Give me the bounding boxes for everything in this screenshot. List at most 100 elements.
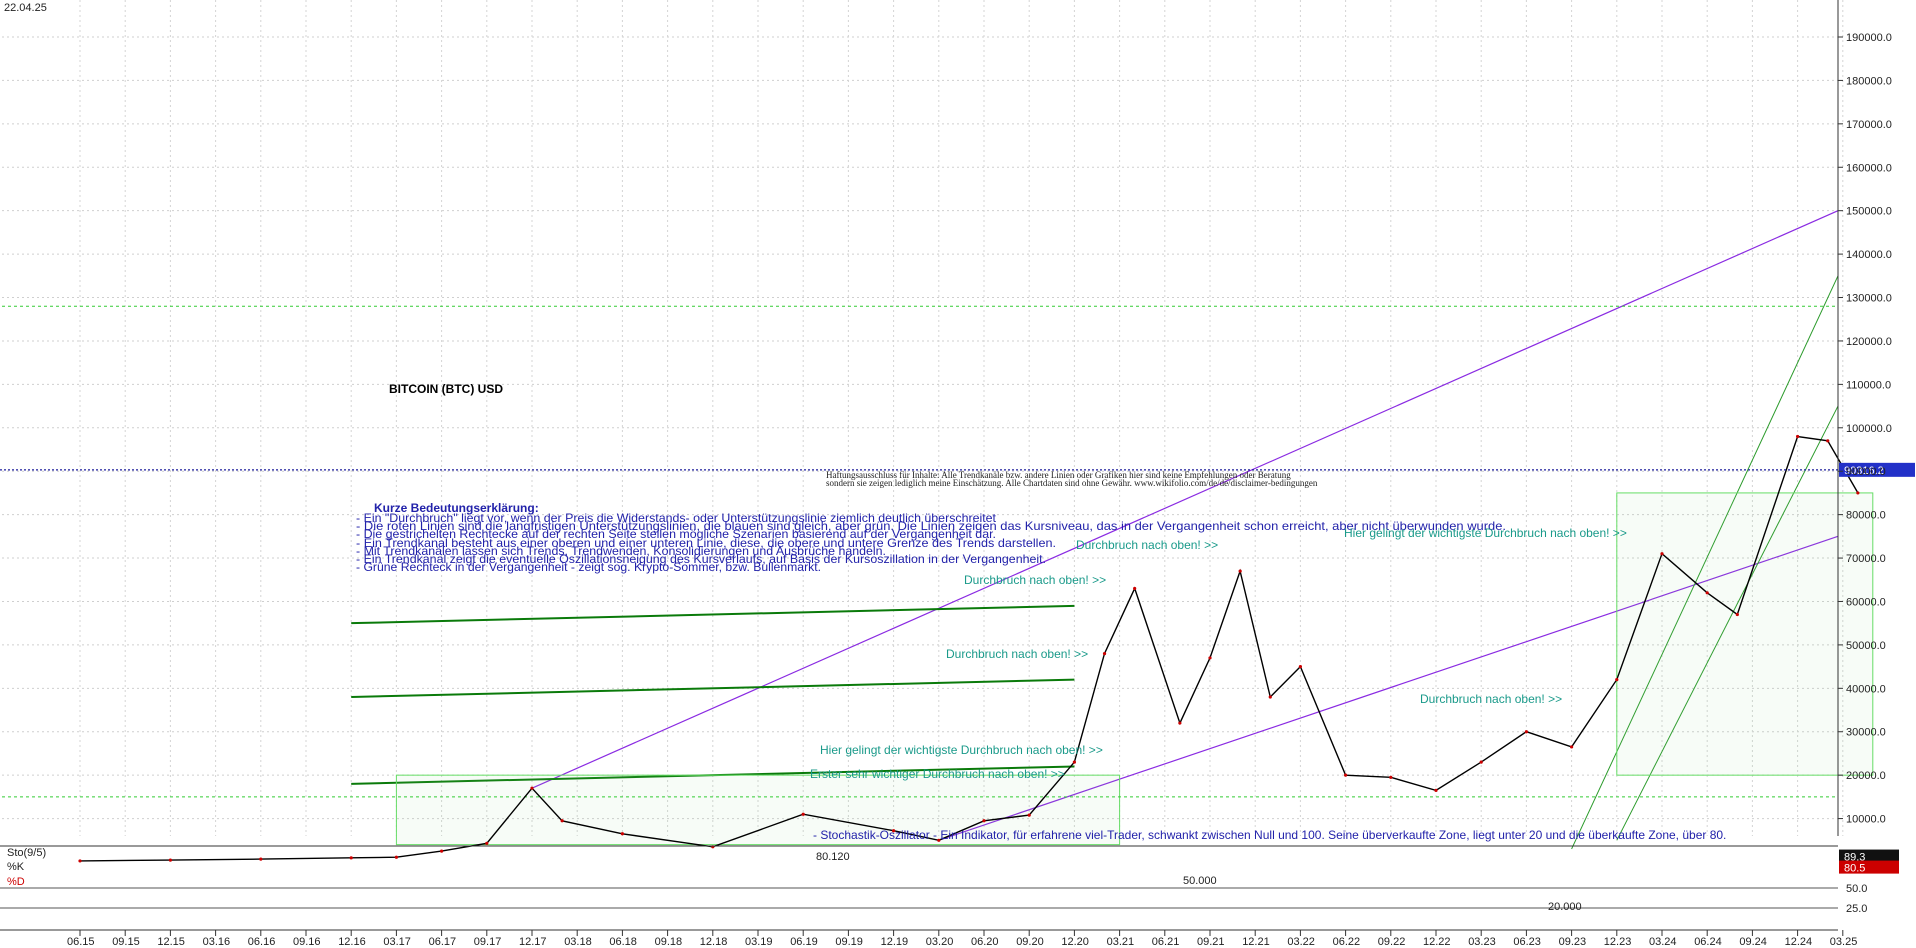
x-tick-label: 12.21 bbox=[1242, 936, 1270, 948]
x-tick-label: 09.19 bbox=[835, 936, 863, 948]
x-tick-label: 06.21 bbox=[1152, 936, 1180, 948]
date-label: 22.04.25 bbox=[4, 2, 47, 14]
y-tick-label: 80000.0 bbox=[1846, 510, 1886, 522]
y-tick-label: 180000.0 bbox=[1846, 75, 1892, 87]
stochastic-note: - Stochastik-Oszillator - Ein Indikator,… bbox=[813, 828, 1726, 842]
bull-market-box bbox=[1616, 492, 1874, 776]
x-tick-label: 12.17 bbox=[519, 936, 547, 948]
stochastic-annotation: 50.000 bbox=[1183, 875, 1217, 887]
x-tick-label: 09.15 bbox=[112, 936, 140, 948]
y-tick-label: 40000.0 bbox=[1846, 683, 1886, 695]
price-point bbox=[349, 856, 353, 860]
x-tick-label: 09.17 bbox=[474, 936, 502, 948]
legend-line: - Grüne Rechteck in der Vergangenheit - … bbox=[356, 560, 821, 574]
y-tick-label: 10000.0 bbox=[1846, 814, 1886, 826]
price-point bbox=[530, 786, 534, 790]
price-point bbox=[394, 855, 398, 859]
x-tick-label: 09.23 bbox=[1559, 936, 1587, 948]
price-point bbox=[982, 819, 986, 823]
y-tick-label: 70000.0 bbox=[1846, 553, 1886, 565]
price-point bbox=[1735, 612, 1739, 617]
price-point bbox=[1615, 678, 1619, 682]
price-point bbox=[78, 859, 82, 863]
breakout-label: Durchbruch nach oben! >> bbox=[964, 573, 1106, 587]
price-point bbox=[801, 812, 805, 816]
bitcoin-chart: 90316.2 190000.0180000.0170000.0160000.0… bbox=[0, 0, 1916, 948]
x-tick-label: 12.20 bbox=[1061, 936, 1089, 948]
stochastic-d-label: %D bbox=[7, 876, 25, 888]
y-tick-label: 90000.0 bbox=[1846, 466, 1886, 478]
price-point bbox=[1072, 760, 1076, 764]
important-breakout-label: Hier gelingt der wichtigste Durchbruch n… bbox=[1344, 526, 1627, 540]
x-tick-label: 12.23 bbox=[1604, 936, 1632, 948]
x-tick-label: 12.15 bbox=[157, 936, 185, 948]
y-tick-label: 190000.0 bbox=[1846, 32, 1892, 44]
y-tick-label: 30000.0 bbox=[1846, 727, 1886, 739]
price-point bbox=[485, 841, 489, 845]
stochastic-level-label: 50.0 bbox=[1846, 883, 1867, 895]
price-point bbox=[1826, 439, 1830, 443]
x-tick-label: 09.22 bbox=[1378, 936, 1406, 948]
price-point bbox=[1298, 665, 1302, 669]
x-tick-label: 03.19 bbox=[745, 936, 773, 948]
y-tick-label: 60000.0 bbox=[1846, 596, 1886, 608]
price-point bbox=[1133, 586, 1137, 591]
x-tick-label: 03.22 bbox=[1287, 936, 1315, 948]
x-tick-label: 03.18 bbox=[564, 936, 592, 948]
price-point bbox=[1856, 491, 1860, 495]
price-point bbox=[1660, 552, 1664, 556]
price-point bbox=[1238, 569, 1242, 573]
stochastic-k-label: %K bbox=[7, 861, 25, 873]
y-tick-label: 120000.0 bbox=[1846, 336, 1892, 348]
price-point bbox=[1102, 651, 1107, 656]
price-point bbox=[1208, 656, 1212, 660]
chart-title: BITCOIN (BTC) USD bbox=[389, 382, 503, 396]
price-point bbox=[1268, 695, 1272, 699]
x-tick-label: 06.24 bbox=[1694, 936, 1722, 948]
x-tick-label: 06.20 bbox=[971, 936, 999, 948]
x-tick-label: 09.16 bbox=[293, 936, 321, 948]
price-point bbox=[168, 858, 172, 862]
stochastic-d-value: 80.5 bbox=[1844, 863, 1865, 875]
x-tick-label: 03.20 bbox=[926, 936, 954, 948]
price-point bbox=[440, 849, 444, 853]
x-tick-label: 03.17 bbox=[383, 936, 411, 948]
stochastic-annotation: 20.000 bbox=[1548, 901, 1582, 913]
price-point bbox=[1027, 813, 1031, 817]
stochastic-annotation: 80.120 bbox=[816, 851, 850, 863]
stochastic-title: Sto(9/5) bbox=[7, 847, 46, 859]
x-tick-label: 03.25 bbox=[1830, 936, 1858, 948]
breakout-label: Durchbruch nach oben! >> bbox=[1420, 692, 1562, 706]
x-tick-label: 06.15 bbox=[67, 936, 95, 948]
x-tick-label: 03.21 bbox=[1107, 936, 1135, 948]
price-point bbox=[1796, 434, 1800, 439]
y-tick-label: 130000.0 bbox=[1846, 293, 1892, 305]
y-tick-label: 100000.0 bbox=[1846, 423, 1892, 435]
price-point bbox=[1479, 760, 1483, 764]
x-tick-label: 06.19 bbox=[790, 936, 818, 948]
breakout-label: Durchbruch nach oben! >> bbox=[1076, 538, 1218, 552]
y-tick-label: 160000.0 bbox=[1846, 162, 1892, 174]
price-point bbox=[1570, 745, 1574, 749]
first-breakout-label: Erster sehr wichtiger Durchbruch nach ob… bbox=[810, 767, 1065, 781]
price-point bbox=[1434, 788, 1438, 792]
x-tick-label: 03.24 bbox=[1649, 936, 1677, 948]
x-tick-label: 06.23 bbox=[1513, 936, 1541, 948]
x-tick-label: 12.22 bbox=[1423, 936, 1451, 948]
breakout-label: Durchbruch nach oben! >> bbox=[946, 647, 1088, 661]
x-tick-label: 09.20 bbox=[1016, 936, 1044, 948]
price-point bbox=[1389, 775, 1393, 779]
x-tick-label: 06.18 bbox=[609, 936, 637, 948]
x-tick-label: 09.18 bbox=[655, 936, 683, 948]
x-tick-label: 03.23 bbox=[1468, 936, 1496, 948]
x-tick-label: 06.17 bbox=[429, 936, 457, 948]
y-tick-label: 20000.0 bbox=[1846, 770, 1886, 782]
important-breakout-label: Hier gelingt der wichtigste Durchbruch n… bbox=[820, 743, 1103, 757]
x-tick-label: 06.16 bbox=[248, 936, 276, 948]
x-tick-label: 12.19 bbox=[881, 936, 909, 948]
y-tick-label: 170000.0 bbox=[1846, 119, 1892, 131]
x-tick-label: 06.22 bbox=[1333, 936, 1361, 948]
y-tick-label: 110000.0 bbox=[1846, 379, 1891, 391]
x-tick-label: 12.18 bbox=[700, 936, 728, 948]
y-tick-label: 50000.0 bbox=[1846, 640, 1886, 652]
